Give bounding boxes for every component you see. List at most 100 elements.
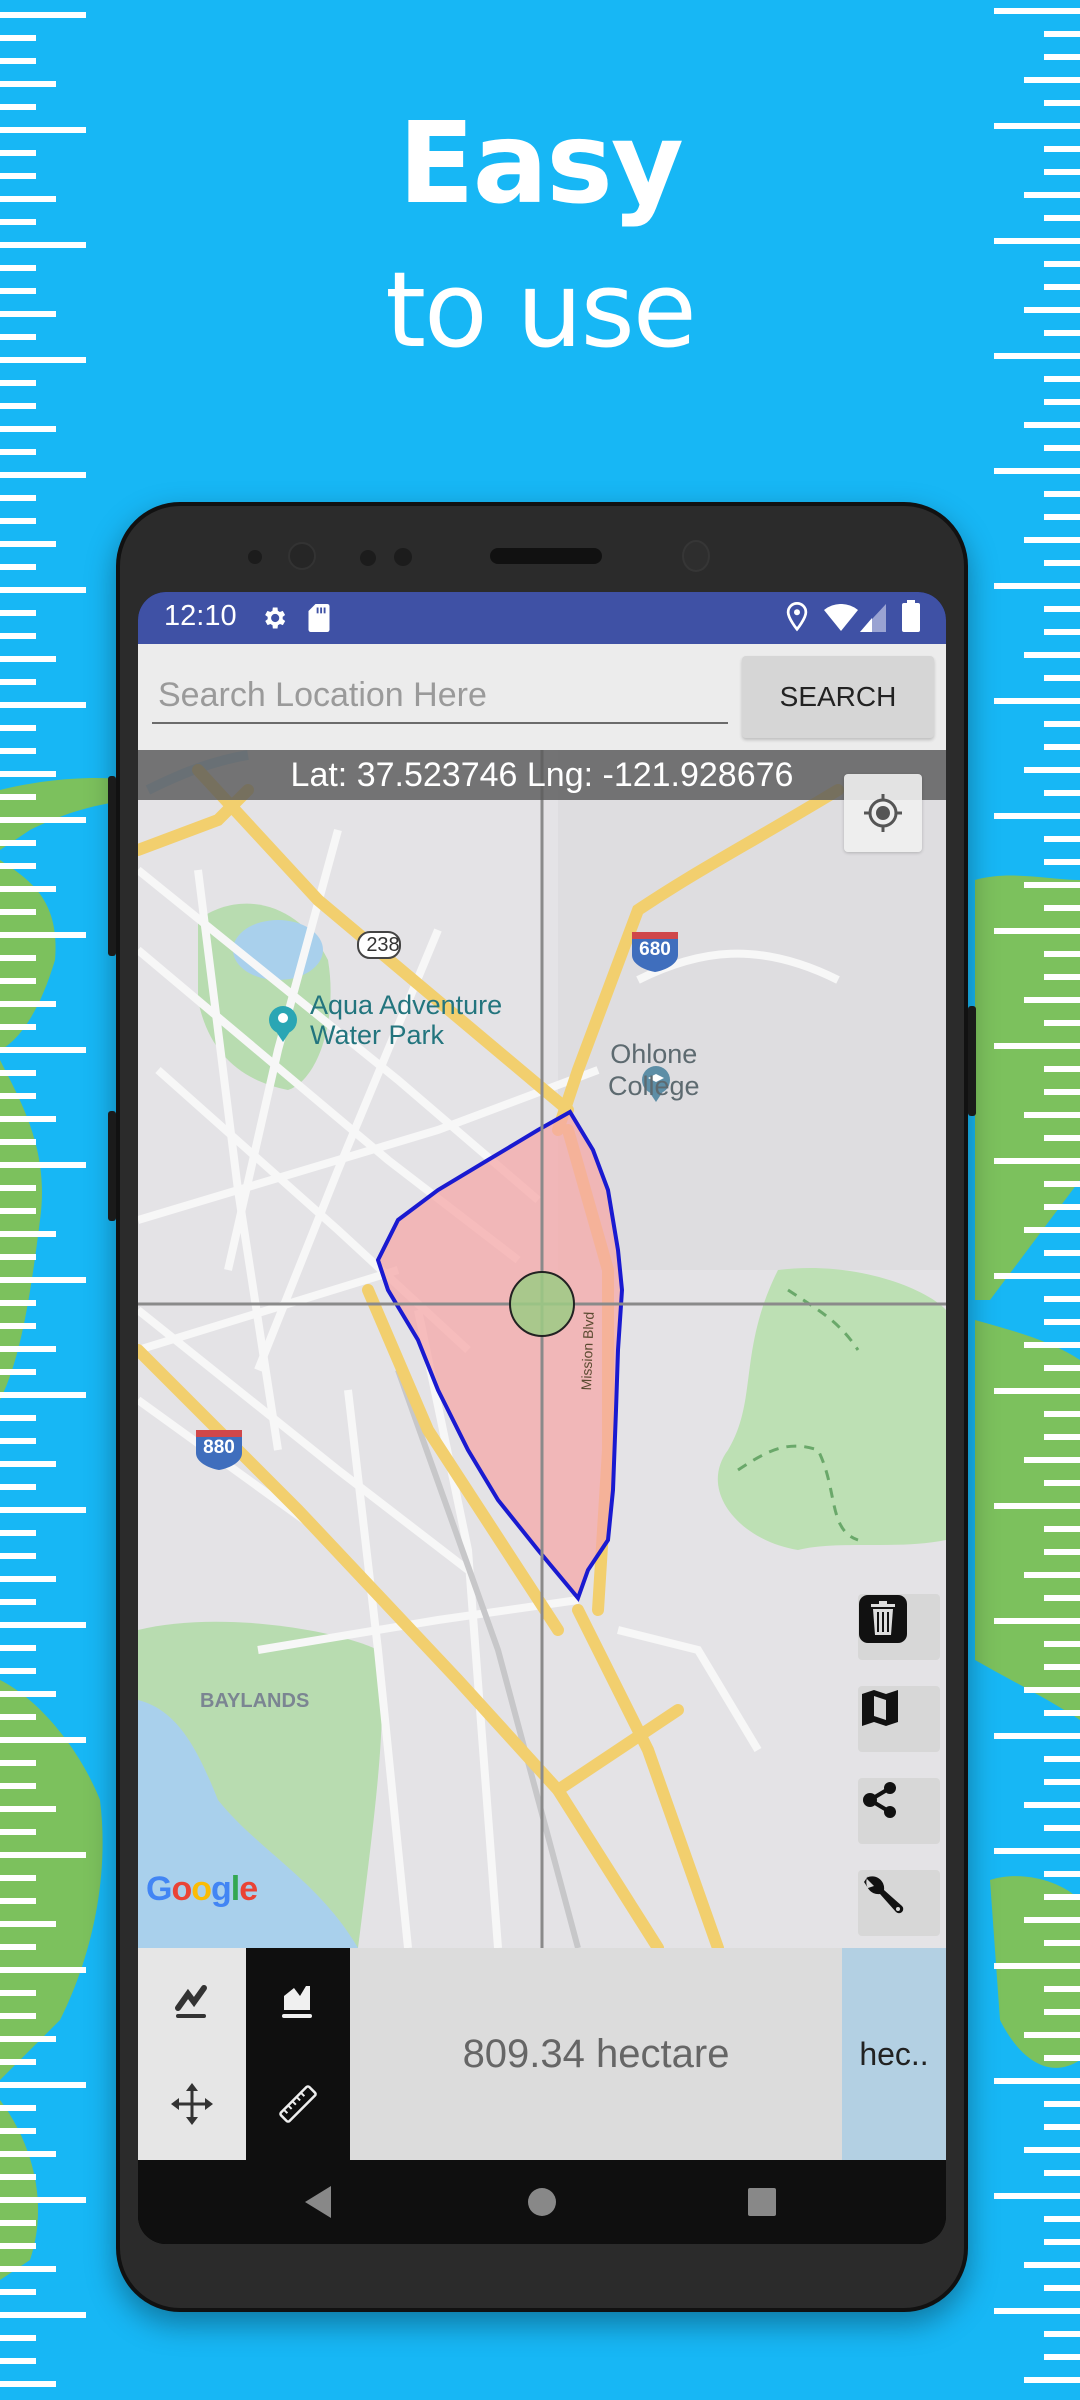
ruler-tick <box>0 1990 36 1996</box>
ruler-tick <box>994 1963 1080 1969</box>
ruler-tick <box>1044 1756 1080 1762</box>
ruler-tick <box>1024 77 1080 83</box>
ohlone-college-label-line1: Ohlone <box>610 1039 698 1069</box>
proximity-sensor-icon <box>682 540 710 572</box>
google-logo: Google <box>146 1870 258 1908</box>
ruler-tick <box>994 1503 1080 1509</box>
ruler-tick <box>0 1461 56 1467</box>
ruler-tick <box>0 1921 56 1927</box>
ruler-tick <box>994 1043 1080 1049</box>
ruler-tick <box>1024 2032 1080 2038</box>
ruler-tick <box>0 886 56 892</box>
ruler-tick <box>0 2174 36 2180</box>
ruler-tick <box>0 380 36 386</box>
ruler-tick <box>1044 2285 1080 2291</box>
ruler-tick <box>0 2312 86 2318</box>
search-button[interactable]: SEARCH <box>742 656 934 738</box>
back-icon <box>305 2186 331 2218</box>
ruler-tick <box>1044 790 1080 796</box>
area-measure-button[interactable] <box>248 1950 348 2050</box>
ruler-tick <box>1044 1204 1080 1210</box>
recents-icon <box>748 2188 776 2216</box>
ruler-tick <box>0 587 86 593</box>
ruler-tick <box>994 468 1080 474</box>
ruler-tick <box>1024 882 1080 888</box>
ruler-tick <box>994 8 1080 14</box>
ruler-tick <box>994 2308 1080 2314</box>
ruler-tick <box>0 58 36 64</box>
unit-selector-button[interactable]: hec.. <box>842 1948 946 2160</box>
ruler-tick <box>0 1599 36 1605</box>
ruler-tick <box>1044 1434 1080 1440</box>
ruler-tick <box>0 1047 86 1053</box>
ruler-tick <box>0 1277 86 1283</box>
baylands-label: BAYLANDS <box>200 1690 310 1712</box>
my-location-button[interactable] <box>844 774 922 852</box>
ruler-tick <box>1044 2055 1080 2061</box>
map-type-button[interactable] <box>858 1686 940 1752</box>
ruler-tick <box>1024 652 1080 658</box>
share-button[interactable] <box>858 1778 940 1844</box>
ruler-tick <box>0 1944 36 1950</box>
ruler-tick <box>1044 1779 1080 1785</box>
crosshair-target-icon <box>864 794 902 832</box>
ruler-tick <box>0 863 36 869</box>
ruler-tick <box>1024 2377 1080 2383</box>
nav-home-button[interactable] <box>520 2180 564 2224</box>
line-measure-icon <box>175 1985 207 2018</box>
ruler-tick <box>1024 1917 1080 1923</box>
battery-icon <box>902 600 920 636</box>
ruler-tick <box>1044 2331 1080 2337</box>
ruler-tick <box>994 1733 1080 1739</box>
ruler-tick <box>1044 2101 1080 2107</box>
coordinates-readout: Lat: 37.523746 Lng: -121.928676 <box>138 750 946 800</box>
ruler-tick <box>994 2078 1080 2084</box>
line-measure-button[interactable] <box>142 1950 242 2050</box>
nav-recents-button[interactable] <box>740 2180 784 2224</box>
ruler-tick <box>1024 1227 1080 1233</box>
mission-blvd-label: Mission Blvd <box>578 1311 597 1391</box>
ohlone-college-label-line2: College <box>608 1071 700 1101</box>
ruler-tick <box>0 35 36 41</box>
phone-side-button <box>108 1111 116 1221</box>
ruler-tick <box>1044 1319 1080 1325</box>
tools-settings-button[interactable] <box>858 1870 940 1936</box>
ruler-tick <box>994 1848 1080 1854</box>
center-marker <box>509 1271 575 1337</box>
ruler-tick <box>0 449 36 455</box>
ruler-tick <box>994 928 1080 934</box>
ruler-tick <box>0 702 86 708</box>
ruler-tick <box>0 1323 36 1329</box>
ohlone-college-label[interactable]: Ohlone College <box>608 1038 700 1102</box>
ruler-icon <box>279 2085 317 2123</box>
ruler-tick <box>1044 974 1080 980</box>
trash-icon <box>859 1595 907 1643</box>
ruler-tick <box>0 2059 36 2065</box>
ruler-tick <box>994 583 1080 589</box>
ruler-tick <box>1024 422 1080 428</box>
move-button[interactable] <box>142 2054 242 2154</box>
nav-back-button[interactable] <box>296 2180 340 2224</box>
route-680-label: 680 <box>639 939 671 960</box>
search-location-input[interactable] <box>152 668 728 724</box>
ruler-tick <box>1044 1894 1080 1900</box>
search-bar: SEARCH <box>138 644 946 750</box>
delete-button[interactable] <box>858 1594 940 1660</box>
sd-card-icon <box>308 604 330 636</box>
ruler-tick <box>0 817 86 823</box>
route-880-label: 880 <box>203 1437 235 1458</box>
ruler-tick <box>0 1346 56 1352</box>
ruler-tick <box>0 771 56 777</box>
ruler-tick <box>1044 1181 1080 1187</box>
ruler-button[interactable] <box>248 2054 348 2154</box>
ruler-tick <box>1044 54 1080 60</box>
ruler-tick <box>0 1530 36 1536</box>
aqua-adventure-label-line1: Aqua Adventure <box>310 990 503 1020</box>
ruler-tick <box>0 12 86 18</box>
ruler-tick <box>0 1392 86 1398</box>
ruler-tick <box>0 1070 36 1076</box>
ruler-tick <box>1024 997 1080 1003</box>
aqua-adventure-label[interactable]: Aqua Adventure Water Park <box>310 990 502 1050</box>
ruler-tick <box>994 1158 1080 1164</box>
map-view[interactable]: 238 680 880 Aqua Adventure Water Park Oh… <box>138 750 946 1948</box>
